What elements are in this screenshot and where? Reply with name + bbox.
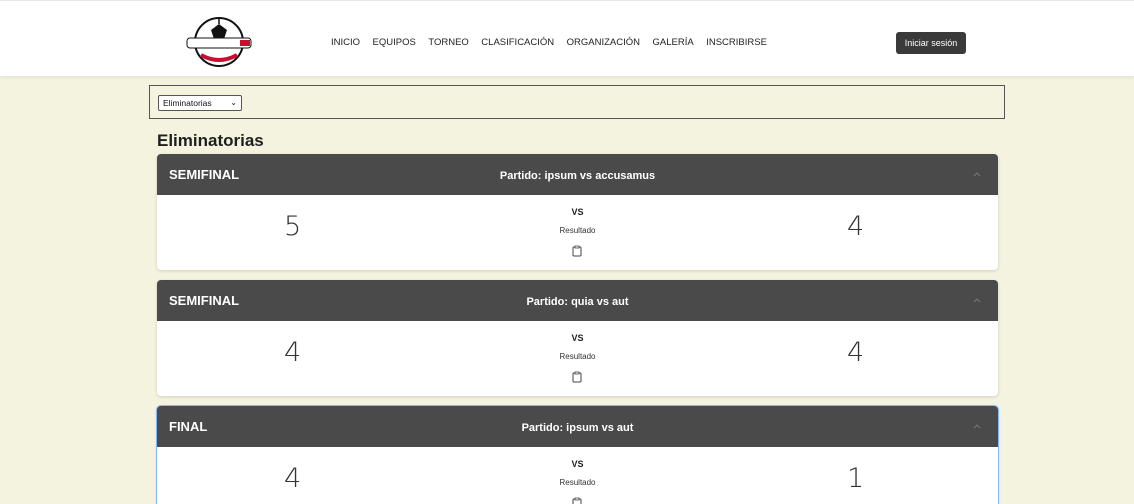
result-label: Resultado <box>559 226 596 235</box>
liga-solidaria-logo[interactable] <box>183 15 255 69</box>
nav-link-clasificacion[interactable]: CLASIFICACIÓN <box>481 37 554 48</box>
navbar: INICIO EQUIPOS TORNEO CLASIFICACIÓN ORGA… <box>0 0 1134 76</box>
away-score: 4 <box>847 337 865 368</box>
match-card: SEMIFINAL Partido: ipsum vs accusamus 5 … <box>157 154 998 270</box>
match-header[interactable]: SEMIFINAL Partido: ipsum vs accusamus <box>157 154 998 195</box>
match-title: Partido: ipsum vs accusamus <box>499 170 656 182</box>
clipboard-icon[interactable] <box>571 371 583 383</box>
result-label: Resultado <box>559 478 596 487</box>
result-label: Resultado <box>559 352 596 361</box>
chevron-down-icon: ⌄ <box>230 98 237 107</box>
phase-select[interactable]: Eliminatorias ⌄ <box>158 95 242 111</box>
clipboard-icon[interactable] <box>571 245 583 257</box>
filter-bar: Eliminatorias ⌄ <box>149 85 1005 119</box>
login-button[interactable]: Iniciar sesión <box>896 32 966 54</box>
match-title: Partido: quia vs aut <box>526 296 629 308</box>
chevron-up-icon[interactable] <box>972 421 982 431</box>
main-nav: INICIO EQUIPOS TORNEO CLASIFICACIÓN ORGA… <box>331 37 779 48</box>
match-header[interactable]: FINAL Partido: ipsum vs aut <box>157 406 998 447</box>
match-title: Partido: ipsum vs aut <box>521 422 634 434</box>
vs-label: VS <box>571 333 584 343</box>
vs-label: VS <box>571 207 584 217</box>
match-card: SEMIFINAL Partido: quia vs aut 4 VS Resu… <box>157 280 998 396</box>
phase-select-value: Eliminatorias <box>163 98 212 108</box>
match-card: FINAL Partido: ipsum vs aut 4 VS Resulta… <box>156 405 999 504</box>
nav-link-equipos[interactable]: EQUIPOS <box>373 37 416 48</box>
section-title: Eliminatorias <box>157 131 264 150</box>
away-score: 4 <box>847 211 865 242</box>
chevron-up-icon[interactable] <box>972 295 982 305</box>
match-header[interactable]: SEMIFINAL Partido: quia vs aut <box>157 280 998 321</box>
nav-link-galeria[interactable]: GALERÍA <box>653 37 694 48</box>
clipboard-icon[interactable] <box>571 497 583 504</box>
nav-link-torneo[interactable]: TORNEO <box>428 37 468 48</box>
vs-label: VS <box>571 459 584 469</box>
away-score: 1 <box>847 463 865 494</box>
nav-link-inicio[interactable]: INICIO <box>331 37 360 48</box>
nav-link-inscribirse[interactable]: INSCRIBIRSE <box>706 37 767 48</box>
nav-link-organizacion[interactable]: ORGANIZACIÓN <box>567 37 640 48</box>
chevron-up-icon[interactable] <box>972 169 982 179</box>
